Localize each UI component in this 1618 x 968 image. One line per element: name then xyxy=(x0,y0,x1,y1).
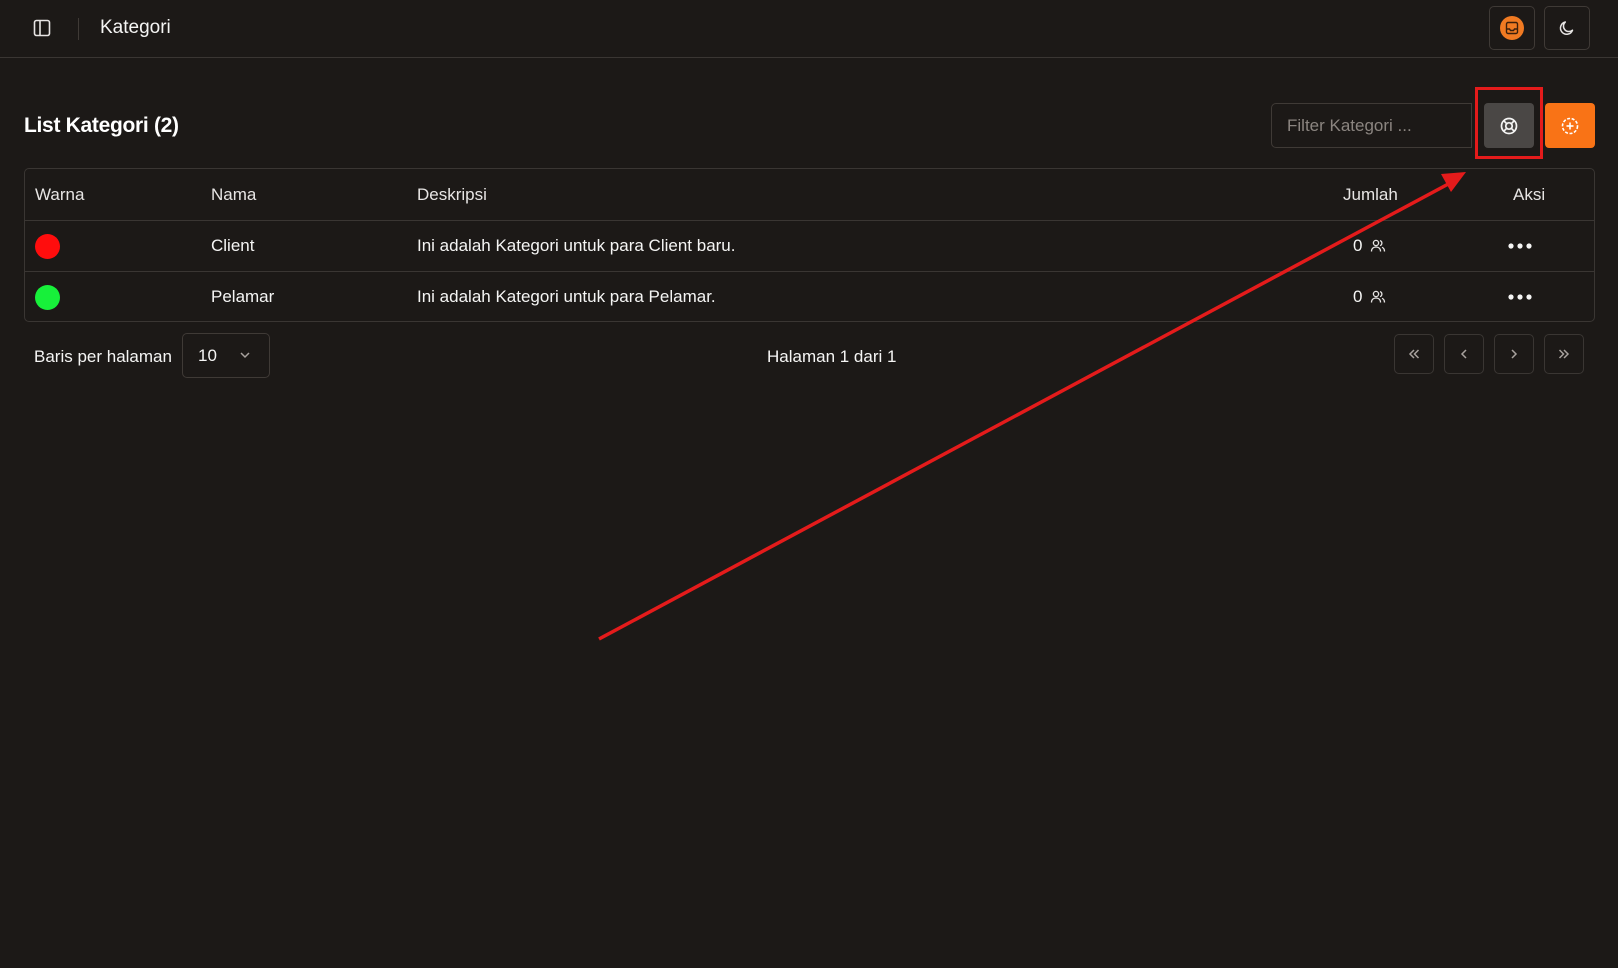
column-header-aksi: Aksi xyxy=(1513,184,1546,204)
top-bar: Kategori xyxy=(0,0,1618,58)
page-title: Kategori xyxy=(100,17,171,38)
list-title: List Kategori (2) xyxy=(24,114,179,137)
table-row[interactable]: Client Ini adalah Kategori untuk para Cl… xyxy=(25,220,1594,271)
color-cell xyxy=(35,221,60,271)
users-icon xyxy=(1371,239,1386,252)
table-row[interactable]: Pelamar Ini adalah Kategori untuk para P… xyxy=(25,271,1594,322)
column-header-jumlah[interactable]: Jumlah xyxy=(1343,169,1398,220)
account-button[interactable] xyxy=(1489,6,1535,50)
chevron-left-icon xyxy=(1460,349,1467,359)
more-horizontal-icon xyxy=(1508,243,1532,249)
first-page-button[interactable] xyxy=(1394,334,1434,374)
table-header-row: Warna Nama Deskripsi Jumlah Aksi xyxy=(25,169,1594,220)
category-table: Warna Nama Deskripsi Jumlah Aksi Client … xyxy=(24,168,1595,322)
count-value: 0 xyxy=(1353,236,1363,255)
next-page-button[interactable] xyxy=(1494,334,1534,374)
inbox-avatar-icon xyxy=(1505,21,1519,35)
last-page-button[interactable] xyxy=(1544,334,1584,374)
page-size-select[interactable]: 10 xyxy=(182,333,270,378)
name-cell: Client xyxy=(211,236,255,255)
chevron-right-icon xyxy=(1511,349,1518,359)
sidebar-toggle-button[interactable] xyxy=(28,14,56,42)
rows-per-page-label: Baris per halaman xyxy=(34,347,172,366)
column-header-nama[interactable]: Nama xyxy=(211,169,256,220)
plus-circle-icon xyxy=(1561,117,1579,134)
description-cell: Ini adalah Kategori untuk para Pelamar. xyxy=(417,287,716,306)
column-header-warna[interactable]: Warna xyxy=(35,169,84,220)
moon-icon xyxy=(1559,21,1574,35)
avatar xyxy=(1500,16,1524,40)
filter-input[interactable] xyxy=(1271,103,1472,148)
theme-toggle-button[interactable] xyxy=(1544,6,1590,50)
name-cell: Pelamar xyxy=(211,287,275,306)
previous-page-button[interactable] xyxy=(1444,334,1484,374)
color-swatch xyxy=(35,284,60,310)
users-icon xyxy=(1371,290,1386,303)
page-size-value: 10 xyxy=(198,345,217,365)
sidebar-icon xyxy=(33,19,51,37)
color-cell xyxy=(35,272,60,322)
description-cell: Ini adalah Kategori untuk para Client ba… xyxy=(417,236,736,255)
more-horizontal-icon xyxy=(1508,294,1532,300)
row-actions-button[interactable] xyxy=(1505,231,1535,261)
column-header-deskripsi[interactable]: Deskripsi xyxy=(417,169,487,220)
page-info: Halaman 1 dari 1 xyxy=(767,347,897,366)
chevron-down-icon xyxy=(240,352,250,359)
count-cell: 0 xyxy=(1353,221,1386,271)
row-actions-button[interactable] xyxy=(1505,282,1535,312)
chevrons-left-icon xyxy=(1408,349,1420,359)
count-value: 0 xyxy=(1353,287,1363,306)
annotation-highlight-box xyxy=(1475,87,1543,159)
divider xyxy=(78,18,79,40)
add-category-button[interactable] xyxy=(1545,103,1595,148)
count-cell: 0 xyxy=(1353,272,1386,322)
color-swatch xyxy=(35,233,60,259)
chevrons-right-icon xyxy=(1558,349,1570,359)
